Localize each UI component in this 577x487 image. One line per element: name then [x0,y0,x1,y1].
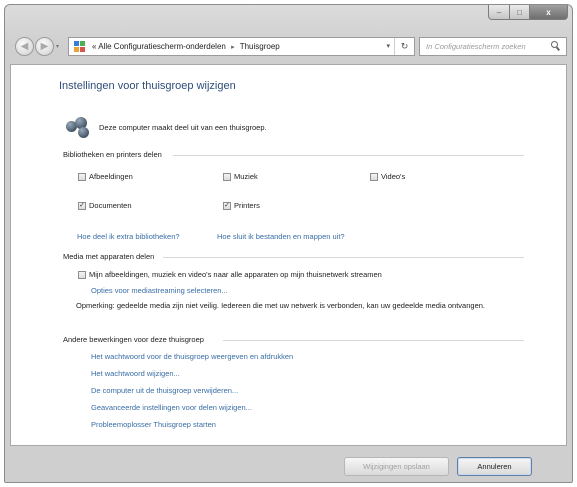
checkbox-label: Documenten [89,201,132,210]
breadcrumb-item-homegroup[interactable]: Thuisgroep [240,42,280,51]
link-exclude-files[interactable]: Hoe sluit ik bestanden en mappen uit? [217,232,345,241]
section-divider [223,340,524,341]
checkbox-box[interactable] [223,172,231,181]
section-heading-media: Media met apparaten delen [63,252,155,261]
section-heading-other: Andere bewerkingen voor deze thuisgroep [63,335,204,344]
search-input[interactable]: In Configuratiescherm zoeken [426,42,526,51]
checkbox-box[interactable] [370,172,378,181]
breadcrumb-overflow-icon[interactable]: « [92,42,96,51]
recent-pages-icon[interactable]: ▾ [56,43,59,50]
page-title: Instellingen voor thuisgroep wijzigen [59,80,236,92]
forward-button[interactable]: ▶ [35,37,54,56]
link-leave-homegroup[interactable]: De computer uit de thuisgroep verwijdere… [91,386,238,395]
checkbox-label: Muziek [234,172,258,181]
link-change-password[interactable]: Het wachtwoord wijzigen... [91,369,180,378]
save-changes-button[interactable]: Wijzigingen opslaan [344,457,449,476]
checkbox-label: Video's [381,172,406,181]
checkbox-label: Printers [234,201,260,210]
content-panel: Instellingen voor thuisgroep wijzigen De… [10,64,567,446]
link-share-extra-libraries[interactable]: Hoe deel ik extra bibliotheken? [77,232,180,241]
breadcrumb-separator-icon[interactable]: ▸ [231,44,235,51]
breadcrumb: « Alle Configuratiescherm-onderdelen ▸ T… [92,42,280,51]
minimize-button[interactable]: – [488,5,510,20]
checkbox-box[interactable] [78,270,86,279]
checkbox-media-streaming[interactable]: Mijn afbeeldingen, muziek en video's naa… [78,270,382,279]
navigation-bar: ◀ ▶ ▾ « Alle Configuratiescherm-onderdel… [11,35,567,59]
cancel-button[interactable]: Annuleren [457,457,532,476]
arrow-right-icon: ▶ [40,41,49,52]
arrow-left-icon: ◀ [20,41,29,52]
section-divider [163,257,524,258]
checkbox-label: Afbeeldingen [89,172,133,181]
caption-buttons: – □ x [488,5,568,21]
security-note: Opmerking: gedeelde media zijn niet veil… [76,301,485,310]
section-divider [173,155,524,156]
homegroup-status: Deze computer maakt deel uit van een thu… [99,123,267,132]
refresh-icon: ↻ [400,41,409,51]
maximize-button[interactable]: □ [510,5,530,20]
search-box[interactable]: In Configuratiescherm zoeken [419,37,567,56]
checkbox-box[interactable] [78,172,86,181]
checkbox-pictures[interactable]: Afbeeldingen [78,172,133,181]
checkbox-printers[interactable]: ✓ Printers [223,201,260,210]
address-dropdown-icon[interactable]: ▾ [386,42,390,50]
refresh-button[interactable]: ↻ [394,38,414,55]
window: – □ x ◀ ▶ ▾ « Alle Configuratiescherm-on… [4,4,573,483]
address-bar[interactable]: « Alle Configuratiescherm-onderdelen ▸ T… [68,37,415,56]
checkmark-icon[interactable]: ✓ [78,201,86,210]
section-heading-libraries: Bibliotheken en printers delen [63,150,162,159]
checkbox-label: Mijn afbeeldingen, muziek en video's naa… [89,270,382,279]
control-panel-icon [74,40,88,53]
close-button[interactable]: x [530,5,568,20]
link-streaming-options[interactable]: Opties voor mediastreaming selecteren... [91,286,228,295]
checkmark-icon[interactable]: ✓ [223,201,231,210]
link-view-print-password[interactable]: Het wachtwoord voor de thuisgroep weerge… [91,352,293,361]
checkbox-documents[interactable]: ✓ Documenten [78,201,132,210]
search-icon [551,41,560,52]
link-advanced-sharing[interactable]: Geavanceerde instellingen voor delen wij… [91,403,252,412]
checkbox-music[interactable]: Muziek [223,172,258,181]
checkbox-videos[interactable]: Video's [370,172,405,181]
link-troubleshooter[interactable]: Probleemoplosser Thuisgroep starten [91,420,216,429]
breadcrumb-item-all-control-panel-items[interactable]: Alle Configuratiescherm-onderdelen [98,42,226,51]
back-button[interactable]: ◀ [15,37,34,56]
homegroup-icon [66,117,92,139]
